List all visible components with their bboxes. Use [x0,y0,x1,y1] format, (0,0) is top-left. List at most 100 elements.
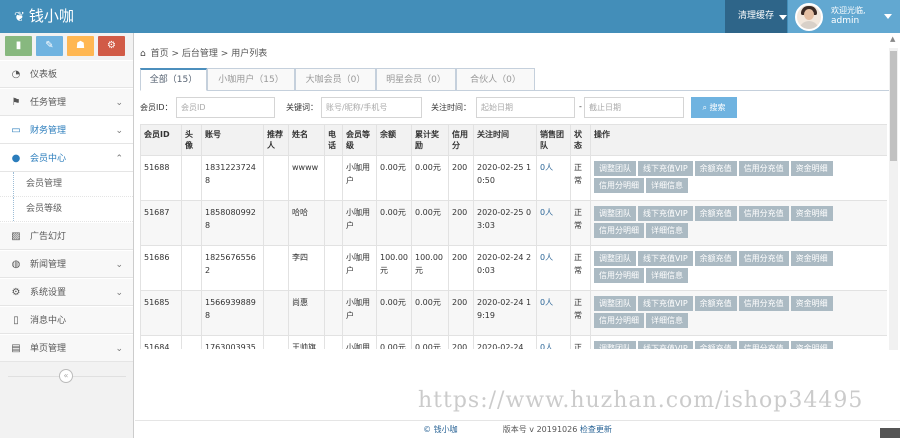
tab-star-members[interactable]: 明星会员（0） [376,68,456,91]
sidebar-item-ads[interactable]: ▨ 广告幻灯 [0,222,133,250]
offline-vip-button[interactable]: 线下充值VIP [638,206,693,221]
sidebar-item-dashboard[interactable]: ◔ 仪表板 [0,60,133,88]
balance-recharge-button[interactable]: 余额充值 [694,296,737,311]
cell-time: 2020-02-25 03:03 [473,200,537,246]
user-menu[interactable]: 欢迎光临, admin [788,0,900,33]
balance-recharge-button[interactable]: 余额充值 [694,341,737,349]
adjust-team-button[interactable]: 调整团队 [594,251,636,266]
credit-recharge-button[interactable]: 信用分充值 [738,161,789,176]
pencil-icon[interactable]: ✎ [36,36,63,56]
breadcrumb-admin[interactable]: 后台管理 [182,49,218,59]
follow-time-label: 关注时间： [431,103,471,112]
users-icon[interactable]: ☗ [67,36,94,56]
user-icon: ● [11,153,21,164]
main-content: ⌂ 首页 > 后台管理 > 用户列表 全部（15） 小咖用户（15） 大咖会员（… [135,33,900,438]
scrollbar-thumb[interactable] [890,51,897,161]
column-header: 会员ID [140,124,182,156]
tab-big-members[interactable]: 大咖会员（0） [295,68,376,91]
sidebar-subitem-member-level[interactable]: 会员等级 [0,197,133,222]
cell-credit: 200 [448,335,474,349]
cell-referrer [263,200,289,246]
balance-recharge-button[interactable]: 余额充值 [694,206,737,221]
scroll-up-icon[interactable]: ▲ [890,35,895,43]
balance-recharge-button[interactable]: 余额充值 [694,251,737,266]
fund-detail-button[interactable]: 资金明细 [790,296,833,311]
cell-team[interactable]: 0人 [536,155,571,201]
sidebar-item-news[interactable]: ◍ 新闻管理 ⌄ [0,250,133,278]
signal-icon[interactable]: ▮ [5,36,32,56]
chevron-down-icon [884,14,892,19]
check-update-link[interactable]: 检查更新 [580,425,612,434]
sidebar-item-pages[interactable]: ▤ 单页管理 ⌄ [0,334,133,362]
cog-icon[interactable]: ⚙ [98,36,125,56]
detail-info-button[interactable]: 详细信息 [646,313,688,328]
cell-balance: 0.00元 [376,335,412,349]
double-chevron-left-icon[interactable]: « [59,369,73,383]
tab-small-users[interactable]: 小咖用户（15） [207,68,295,91]
detail-info-button[interactable]: 详细信息 [646,268,688,283]
credit-recharge-button[interactable]: 信用分充值 [738,341,789,349]
credit-detail-button[interactable]: 信用分明细 [594,178,644,193]
credit-detail-button[interactable]: 信用分明细 [594,223,644,238]
offline-vip-button[interactable]: 线下充值VIP [638,296,693,311]
sidebar-item-label: 单页管理 [30,344,67,354]
adjust-team-button[interactable]: 调整团队 [594,206,636,221]
cell-actions: 调整团队线下充值VIP余额充值信用分充值资金明细信用分明细详细信息 [590,245,887,291]
cell-account: 15669398898 [201,290,264,336]
content-scrollbar[interactable]: ▲ [889,35,898,350]
breadcrumb-home[interactable]: 首页 [151,49,169,59]
member-table: 会员ID 头像 账号 推荐人 姓名 电话 会员等级 余额 累计奖励 信用分 关注… [140,124,887,349]
credit-detail-button[interactable]: 信用分明细 [594,313,644,328]
sidebar-item-finance[interactable]: ▭ 财务管理 ⌄ [0,116,133,144]
cell-actions: 调整团队线下充值VIP余额充值信用分充值资金明细信用分明细详细信息 [590,290,887,336]
tab-all[interactable]: 全部（15） [140,68,207,91]
sidebar-subitem-member-manage[interactable]: 会员管理 [0,172,133,197]
keyword-input[interactable] [321,97,422,118]
detail-info-button[interactable]: 详细信息 [646,178,688,193]
credit-recharge-button[interactable]: 信用分充值 [738,296,789,311]
offline-vip-button[interactable]: 线下充值VIP [638,161,693,176]
tab-partners[interactable]: 合伙人（0） [456,68,535,91]
cell-team[interactable]: 0人 [536,290,571,336]
adjust-team-button[interactable]: 调整团队 [594,161,636,176]
search-button[interactable]: ⌕ 搜索 [691,97,737,118]
cell-team[interactable]: 0人 [536,200,571,246]
fund-detail-button[interactable]: 资金明细 [790,161,833,176]
adjust-team-button[interactable]: 调整团队 [594,341,636,349]
balance-recharge-button[interactable]: 余额充值 [694,161,737,176]
sidebar: ▮ ✎ ☗ ⚙ ◔ 仪表板 ⚑ 任务管理 ⌄ ▭ 财务管理 ⌄ ● 会员中心 ⌃ 会员… [0,33,134,438]
cell-time: 2020-02-25 10:50 [473,155,537,201]
footer-brand[interactable]: © 钱小咖 [423,425,458,434]
sidebar-item-members[interactable]: ● 会员中心 ⌃ [0,144,133,172]
end-date-input[interactable] [584,97,684,118]
adjust-team-button[interactable]: 调整团队 [594,296,636,311]
credit-recharge-button[interactable]: 信用分充值 [738,206,789,221]
sidebar-item-settings[interactable]: ⚙ 系统设置 ⌄ [0,278,133,306]
start-date-input[interactable] [476,97,575,118]
cell-time: 2020-02-24 20:03 [473,245,537,291]
fund-detail-button[interactable]: 资金明细 [790,251,833,266]
fund-detail-button[interactable]: 资金明细 [790,206,833,221]
cell-team[interactable]: 0人 [536,335,571,349]
cell-reward: 0.00元 [411,155,449,201]
chevron-down-icon: ⌄ [115,98,123,108]
cell-avatar [181,245,202,291]
cell-avatar [181,290,202,336]
brand-logo[interactable]: ❦ 钱小咖 [14,0,74,33]
cell-id: 51686 [140,245,182,291]
keyword-label: 关键词： [286,103,318,112]
sidebar-item-messages[interactable]: ▯ 消息中心 [0,306,133,334]
offline-vip-button[interactable]: 线下充值VIP [638,341,693,349]
detail-info-button[interactable]: 详细信息 [646,223,688,238]
cell-account: 17630039352 [201,335,264,349]
credit-recharge-button[interactable]: 信用分充值 [738,251,789,266]
clear-cache-button[interactable]: 清理缓存 [725,0,787,33]
offline-vip-button[interactable]: 线下充值VIP [638,251,693,266]
member-id-input[interactable] [176,97,275,118]
cell-team[interactable]: 0人 [536,245,571,291]
credit-detail-button[interactable]: 信用分明细 [594,268,644,283]
fund-detail-button[interactable]: 资金明细 [790,341,833,349]
sidebar-item-label: 消息中心 [30,316,67,326]
sidebar-item-tasks[interactable]: ⚑ 任务管理 ⌄ [0,88,133,116]
cell-name: 王帅旗 [288,335,325,349]
